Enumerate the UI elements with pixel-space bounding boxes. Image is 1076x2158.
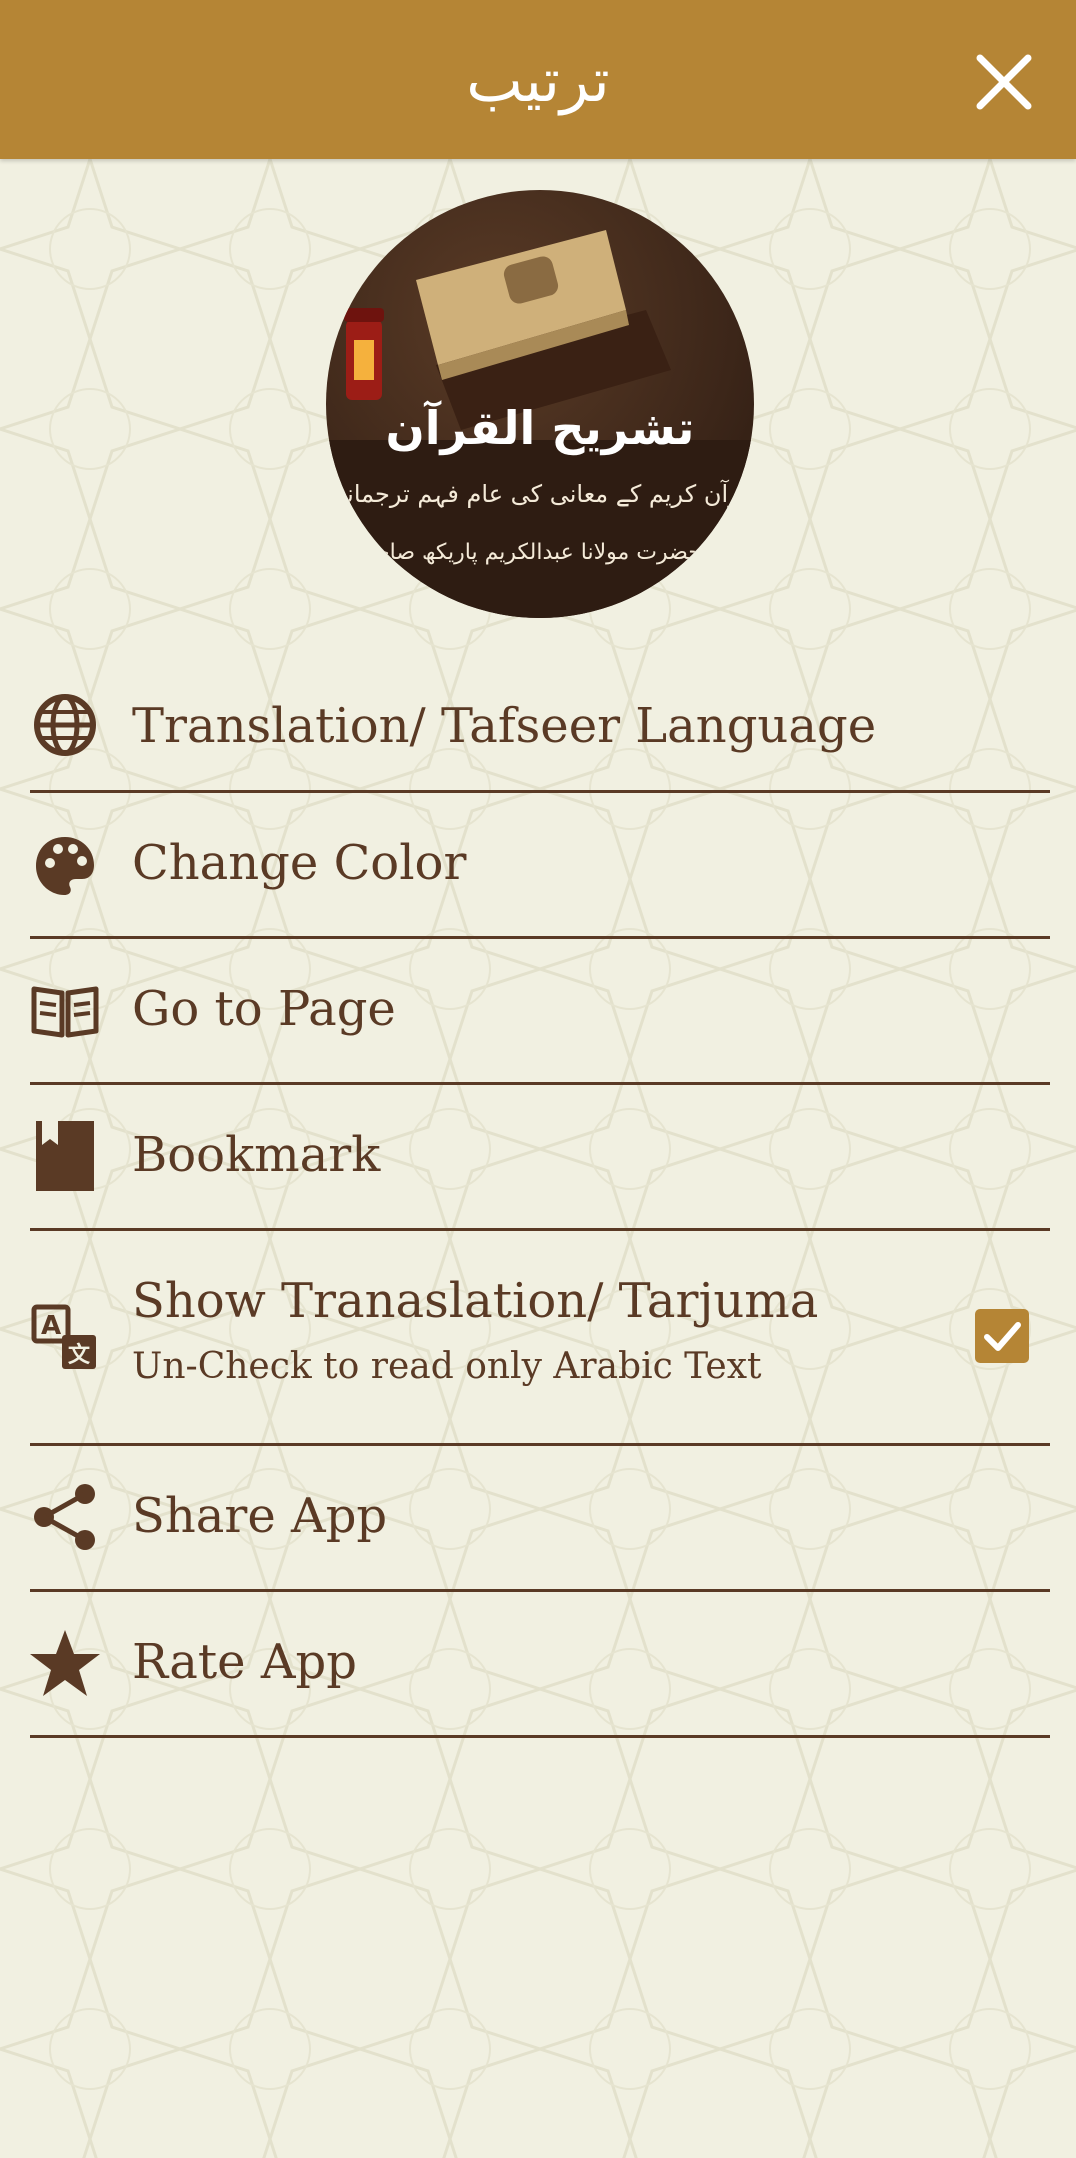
close-icon	[976, 54, 1032, 110]
menu-item-show-translation[interactable]: A 文 Show Tranaslation/ Tarjuma Un-Check …	[30, 1231, 1050, 1446]
logo-author: از حضرت مولانا عبدالکریم پاریکھ صاحب	[354, 540, 726, 565]
menu-item-bookmark[interactable]: Bookmark	[30, 1085, 1050, 1231]
menu-label-rate-app: Rate App	[132, 1634, 357, 1690]
star-icon	[30, 1630, 100, 1696]
menu-label-go-to-page: Go to Page	[132, 981, 396, 1037]
app-header: ترتیب	[0, 0, 1076, 159]
menu-sublabel-show-translation: Un-Check to read only Arabic Text	[132, 1346, 762, 1387]
share-icon	[34, 1484, 95, 1550]
translate-icon: A 文	[31, 1304, 96, 1369]
app-logo: تشریح القرآن قرآن کریم کے معانی کی عام ف…	[326, 190, 754, 618]
menu-item-rate-app[interactable]: Rate App	[30, 1592, 1050, 1738]
menu-label-show-translation: Show Tranaslation/ Tarjuma	[132, 1273, 819, 1329]
menu-item-go-to-page[interactable]: Go to Page	[30, 939, 1050, 1085]
show-translation-checkbox[interactable]	[975, 1309, 1029, 1363]
menu-label-translation-language: Translation/ Tafseer Language	[132, 698, 877, 754]
menu-label-bookmark: Bookmark	[132, 1127, 381, 1183]
globe-icon	[34, 694, 96, 756]
menu-label-change-color: Change Color	[132, 835, 467, 891]
close-button[interactable]	[972, 50, 1036, 114]
bookmark-icon	[36, 1121, 94, 1191]
logo-title: تشریح القرآن	[385, 401, 695, 455]
menu-item-share-app[interactable]: Share App	[30, 1446, 1050, 1592]
logo-subtitle: قرآن کریم کے معانی کی عام فہم ترجمانی	[327, 480, 753, 508]
palette-icon	[36, 837, 94, 895]
checkmark-icon	[984, 1322, 1021, 1351]
page-title: ترتیب	[466, 46, 610, 116]
svg-text:A: A	[41, 1311, 61, 1341]
menu-item-translation-language[interactable]: Translation/ Tafseer Language	[30, 660, 1050, 793]
svg-text:文: 文	[68, 1342, 91, 1368]
open-book-icon	[31, 986, 99, 1038]
menu-item-change-color[interactable]: Change Color	[30, 793, 1050, 939]
menu-label-share-app: Share App	[132, 1488, 388, 1544]
